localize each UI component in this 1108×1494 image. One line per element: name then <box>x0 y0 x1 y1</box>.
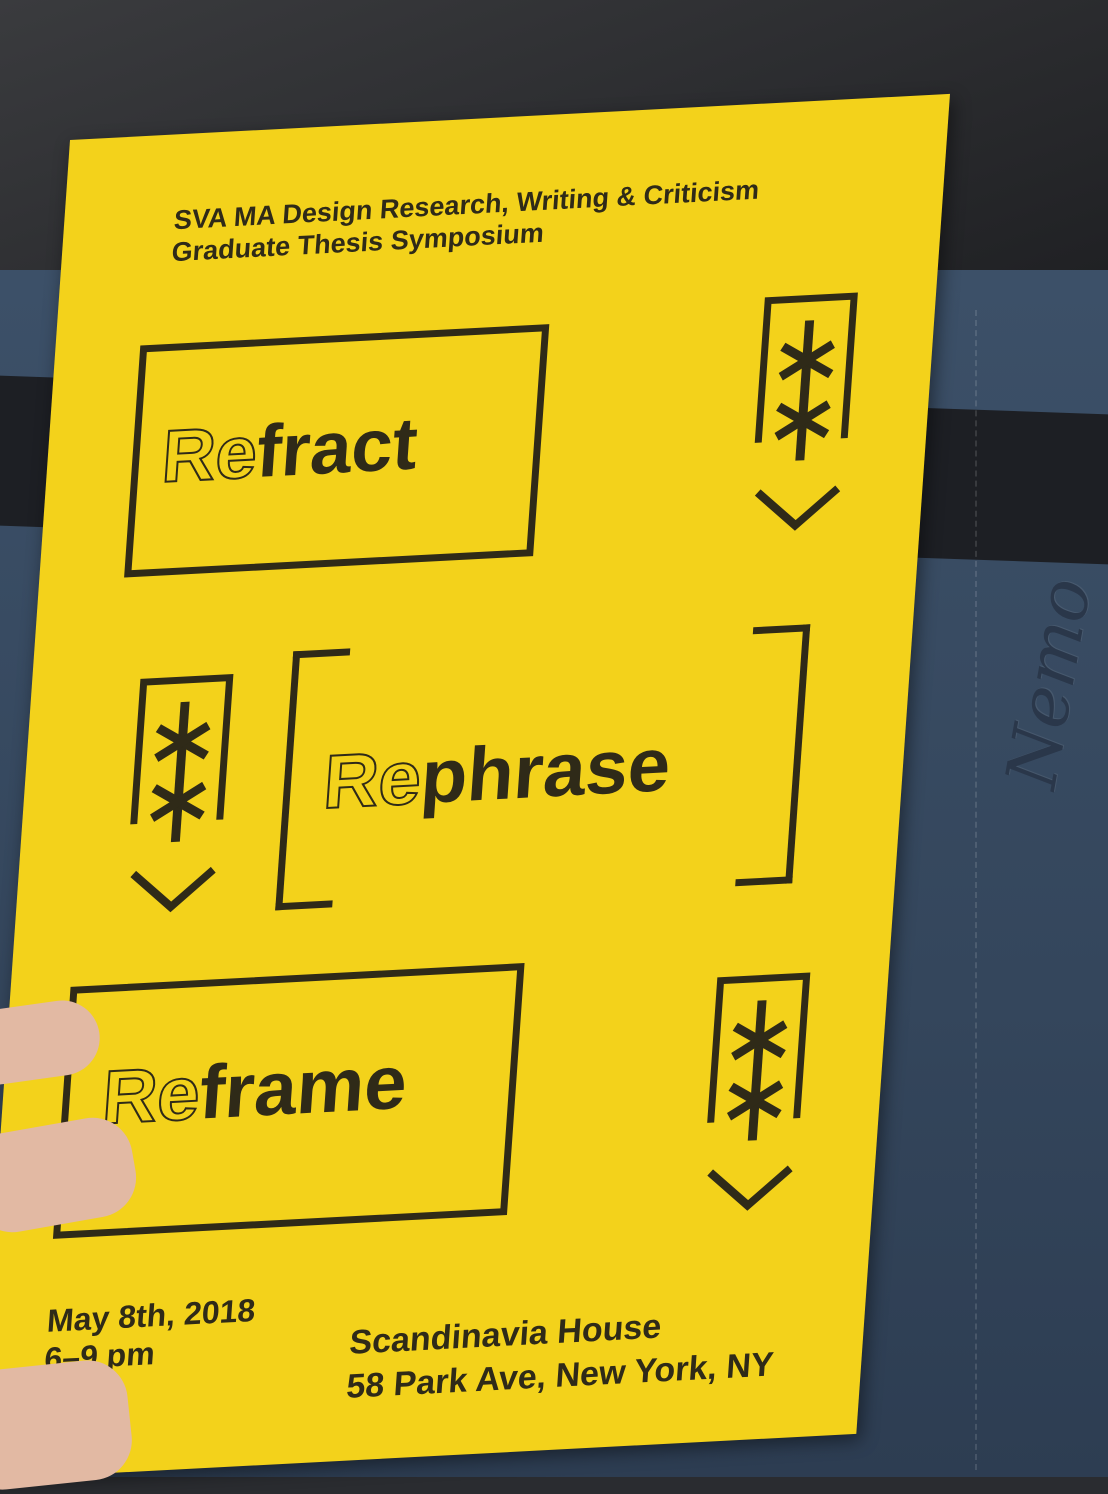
word-rest: frame <box>196 1039 410 1136</box>
asterisk-arrow-icon <box>707 972 811 1211</box>
word-reframe: Reframe <box>99 1039 410 1142</box>
asterisk-arrow-icon <box>130 673 234 913</box>
symposium-booklet: SVA MA Design Research, Writing & Critic… <box>0 93 950 1481</box>
word-rest: fract <box>254 401 421 494</box>
word-refract: Refract <box>159 401 421 499</box>
asterisk-arrow-icon <box>754 292 858 531</box>
word-prefix: Re <box>159 409 261 499</box>
word-rest: phrase <box>418 722 674 821</box>
right-bracket <box>735 624 811 887</box>
event-location: Scandinavia House 58 Park Ave, New York,… <box>345 1298 778 1408</box>
word-rephrase: Rephrase <box>320 721 674 826</box>
booklet-header: SVA MA Design Research, Writing & Critic… <box>171 174 761 269</box>
binder-stitching <box>975 310 1077 1470</box>
word-prefix: Re <box>320 734 425 826</box>
